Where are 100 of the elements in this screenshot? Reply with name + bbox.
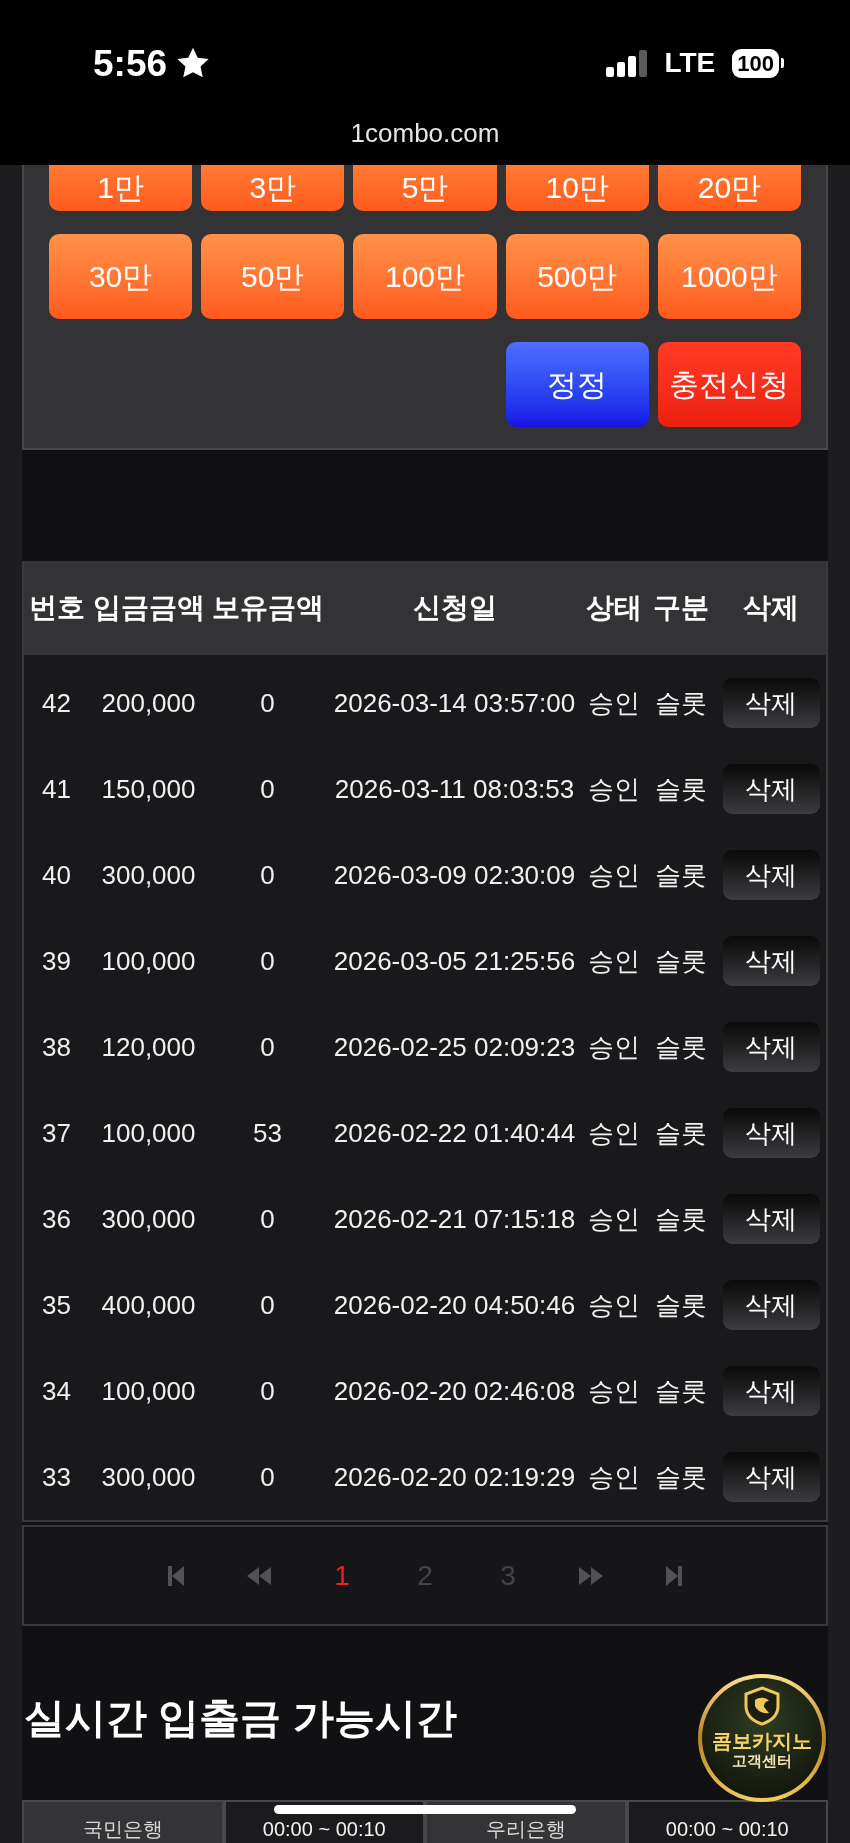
table-cell-text: 승인 bbox=[587, 858, 641, 892]
table-cell-text: 2026-03-09 02:30:09 bbox=[332, 858, 577, 892]
table-cell-text: 슬롯 bbox=[654, 686, 708, 720]
delete-button[interactable]: 삭제 bbox=[722, 1108, 820, 1158]
network-label: LTE bbox=[664, 49, 716, 77]
battery-indicator: 100 bbox=[732, 48, 784, 78]
table-cell-text: 0 bbox=[259, 1374, 276, 1408]
table-cell: 00:00 ~ 00:10 bbox=[628, 1802, 826, 1843]
table-cell-text: 100,000 bbox=[100, 1374, 197, 1408]
table-cell-text: 53 bbox=[252, 1116, 283, 1150]
table-cell-text: 36 bbox=[41, 1202, 72, 1236]
delete-button[interactable]: 삭제 bbox=[722, 1194, 820, 1244]
table-cell-text: 0 bbox=[259, 1288, 276, 1322]
action-button[interactable]: 충전신청 bbox=[657, 342, 801, 427]
column-header: 삭제 bbox=[742, 591, 800, 625]
table-cell-text: 0 bbox=[259, 772, 276, 806]
delete-button[interactable]: 삭제 bbox=[722, 764, 820, 814]
table-cell-text: 2026-03-11 08:03:53 bbox=[333, 772, 576, 806]
delete-button[interactable]: 삭제 bbox=[722, 1280, 820, 1330]
table-cell-text: 승인 bbox=[587, 1202, 641, 1236]
amount-button[interactable]: 3만 bbox=[201, 165, 345, 211]
table-cell-text: 0 bbox=[259, 1460, 276, 1494]
star-icon bbox=[177, 47, 210, 79]
table-cell-text: 승인 bbox=[587, 772, 641, 806]
table-cell-text: 2026-02-20 02:46:08 bbox=[332, 1374, 577, 1408]
column-header: 보유금액 bbox=[210, 591, 325, 625]
table-cell-text: 2026-02-20 04:50:46 bbox=[332, 1288, 577, 1322]
table-cell-text: 300,000 bbox=[100, 858, 197, 892]
amount-button[interactable]: 20만 bbox=[657, 165, 801, 211]
amount-button[interactable]: 10만 bbox=[505, 165, 649, 211]
table-cell-text: 33 bbox=[41, 1460, 72, 1494]
table-cell-text: 41 bbox=[41, 772, 72, 806]
table-cell-text: 120,000 bbox=[100, 1030, 197, 1064]
table-cell-text: 슬롯 bbox=[654, 1116, 708, 1150]
table-cell-text: 슬롯 bbox=[654, 944, 708, 978]
section-title: 실시간 입출금 가능시간 bbox=[23, 1694, 457, 1743]
table-cell-text: 슬롯 bbox=[654, 1288, 708, 1322]
column-header: 입금금액 bbox=[91, 591, 206, 625]
column-header: 신청일 bbox=[411, 591, 498, 625]
table-cell-text: 슬롯 bbox=[654, 858, 708, 892]
amount-button[interactable]: 100만 bbox=[353, 234, 497, 319]
column-header: 번호 bbox=[27, 591, 86, 625]
signal-icon bbox=[606, 49, 648, 77]
table-cell-text: 승인 bbox=[587, 944, 641, 978]
table-cell-text: 0 bbox=[259, 858, 276, 892]
table-cell-text: 슬롯 bbox=[654, 1202, 708, 1236]
amount-button[interactable]: 5만 bbox=[353, 165, 497, 211]
table-cell-text: 2026-03-14 03:57:00 bbox=[332, 686, 577, 720]
delete-button[interactable]: 삭제 bbox=[722, 1366, 820, 1416]
table-cell-text: 승인 bbox=[587, 686, 641, 720]
table-cell-text: 300,000 bbox=[100, 1460, 197, 1494]
amount-button[interactable]: 500만 bbox=[505, 234, 649, 319]
table-cell-text: 35 bbox=[41, 1288, 72, 1322]
table-cell-text: 400,000 bbox=[100, 1288, 197, 1322]
table-cell-text: 0 bbox=[259, 1202, 276, 1236]
table-cell-text: 39 bbox=[41, 944, 72, 978]
table-cell-text: 0 bbox=[259, 944, 276, 978]
delete-button[interactable]: 삭제 bbox=[722, 678, 820, 728]
table-cell-text: 승인 bbox=[587, 1460, 641, 1494]
shield-icon bbox=[742, 1686, 782, 1726]
table-cell-text: 300,000 bbox=[100, 1202, 197, 1236]
table-cell-text: 승인 bbox=[587, 1030, 641, 1064]
table-cell-text: 승인 bbox=[587, 1116, 641, 1150]
table-cell-text: 승인 bbox=[587, 1374, 641, 1408]
url-text: 1combo.com bbox=[350, 118, 500, 148]
amount-button[interactable]: 30만 bbox=[49, 234, 193, 319]
table-cell-text: 슬롯 bbox=[654, 1030, 708, 1064]
delete-button[interactable]: 삭제 bbox=[722, 936, 820, 986]
page-number[interactable]: 1 bbox=[334, 1561, 350, 1590]
column-header: 구분 bbox=[652, 591, 710, 625]
table-cell: 국민은행 bbox=[24, 1802, 222, 1843]
table-cell-text: 0 bbox=[259, 686, 276, 720]
amount-button[interactable]: 50만 bbox=[201, 234, 345, 319]
table-cell-text: 슬롯 bbox=[654, 772, 708, 806]
table-cell-text: 2026-02-25 02:09:23 bbox=[332, 1030, 577, 1064]
table-cell-text: 40 bbox=[41, 858, 72, 892]
table-cell-text: 2026-02-21 07:15:18 bbox=[332, 1202, 577, 1236]
table-cell-text: 슬롯 bbox=[654, 1460, 708, 1494]
amount-button[interactable]: 1만 bbox=[49, 165, 193, 211]
delete-button[interactable]: 삭제 bbox=[722, 1022, 820, 1072]
table-cell-text: 100,000 bbox=[100, 1116, 197, 1150]
delete-button[interactable]: 삭제 bbox=[722, 850, 820, 900]
table-cell-text: 2026-02-22 01:40:44 bbox=[332, 1116, 577, 1150]
table-cell-text: 0 bbox=[259, 1030, 276, 1064]
table-cell-text: 2026-03-05 21:25:56 bbox=[332, 944, 577, 978]
table-cell-text: 100,000 bbox=[100, 944, 197, 978]
table-cell-text: 슬롯 bbox=[654, 1374, 708, 1408]
table-cell-text: 승인 bbox=[587, 1288, 641, 1322]
table-cell-text: 200,000 bbox=[100, 686, 197, 720]
delete-button[interactable]: 삭제 bbox=[722, 1452, 820, 1502]
table-cell-text: 42 bbox=[41, 686, 72, 720]
amount-button[interactable]: 1000만 bbox=[657, 234, 801, 319]
table-cell-text: 2026-02-20 02:19:29 bbox=[332, 1460, 577, 1494]
status-time: 5:56 bbox=[93, 44, 168, 82]
action-button[interactable]: 정정 bbox=[505, 342, 649, 427]
table-cell-text: 34 bbox=[41, 1374, 72, 1408]
column-header: 상태 bbox=[585, 591, 643, 625]
table-cell-text: 150,000 bbox=[100, 772, 197, 806]
table-cell-text: 37 bbox=[41, 1116, 72, 1150]
table-cell-text: 38 bbox=[41, 1030, 72, 1064]
